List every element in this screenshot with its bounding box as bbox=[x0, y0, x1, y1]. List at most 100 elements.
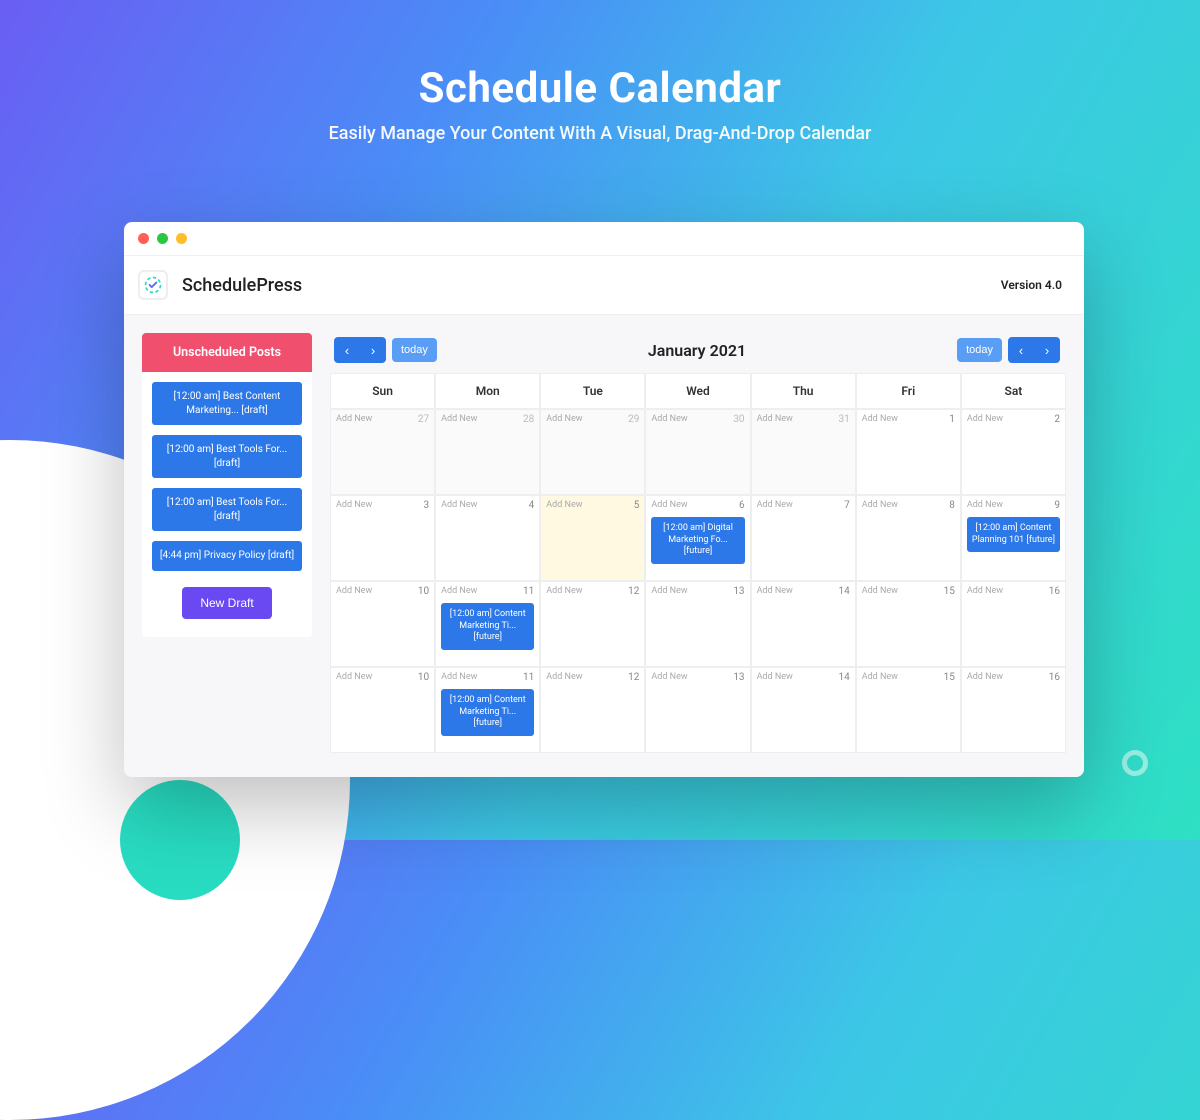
calendar-cell[interactable]: Add New10 bbox=[330, 667, 435, 753]
add-new-link[interactable]: Add New bbox=[546, 586, 582, 596]
calendar-cell[interactable]: Add New 13 bbox=[645, 667, 750, 753]
add-new-link[interactable]: Add New bbox=[336, 414, 372, 424]
calendar-cell[interactable]: Add New11[12:00 am] Content Marketing Ti… bbox=[435, 667, 540, 753]
add-new-link[interactable]: Add New bbox=[651, 500, 687, 510]
sidebar-title: Unscheduled Posts bbox=[142, 333, 312, 372]
draft-card[interactable]: [4:44 pm] Privacy Policy [draft] bbox=[152, 541, 302, 571]
calendar-cell[interactable]: Add New 14 bbox=[751, 667, 856, 753]
add-new-link[interactable]: Add New bbox=[336, 500, 372, 510]
add-new-link[interactable]: Add New bbox=[546, 414, 582, 424]
chevron-right-icon: › bbox=[1045, 343, 1049, 358]
add-new-link[interactable]: Add New bbox=[862, 672, 898, 682]
calendar-cell[interactable]: Add New12 bbox=[540, 581, 645, 667]
add-new-link[interactable]: Add New bbox=[441, 672, 477, 682]
calendar-event[interactable]: [12:00 am] Digital Marketing Fo... [futu… bbox=[651, 517, 744, 564]
add-new-link[interactable]: Add New bbox=[862, 500, 898, 510]
day-number: 13 bbox=[733, 586, 744, 597]
hero-subtitle: Easily Manage Your Content With A Visual… bbox=[0, 123, 1200, 144]
calendar-title: January 2021 bbox=[648, 341, 746, 360]
next-month-button-2[interactable]: › bbox=[1034, 337, 1060, 363]
calendar-cell[interactable]: Add New9[12:00 am] Content Planning 101 … bbox=[961, 495, 1066, 581]
day-number: 29 bbox=[628, 414, 639, 425]
calendar-cell[interactable]: Add New 27 bbox=[330, 409, 435, 495]
calendar-cell[interactable]: Add New30 bbox=[645, 409, 750, 495]
add-new-link[interactable]: Add New bbox=[336, 586, 372, 596]
window-close-icon[interactable] bbox=[138, 233, 149, 244]
today-button-right[interactable]: today bbox=[957, 338, 1002, 362]
next-month-button[interactable]: › bbox=[360, 337, 386, 363]
calendar-grid: SunMonTueWedThuFriSat Add New27Add New28… bbox=[330, 373, 1066, 753]
add-new-link[interactable]: Add New bbox=[757, 672, 793, 682]
day-number: 14 bbox=[838, 672, 849, 683]
calendar-day-header: Fri bbox=[856, 373, 961, 409]
add-new-link[interactable]: Add New bbox=[757, 500, 793, 510]
app-version: Version 4.0 bbox=[1001, 278, 1062, 292]
calendar-cell[interactable]: Add New14 bbox=[751, 581, 856, 667]
calendar-day-header: Mon bbox=[435, 373, 540, 409]
calendar-cell[interactable]: Add New 10 bbox=[330, 581, 435, 667]
add-new-link[interactable]: Add New bbox=[862, 586, 898, 596]
day-number: 4 bbox=[529, 500, 535, 511]
sidebar: Unscheduled Posts [12:00 am] Best Conten… bbox=[142, 333, 312, 637]
add-new-link[interactable]: Add New bbox=[967, 414, 1003, 424]
add-new-link[interactable]: Add New bbox=[546, 500, 582, 510]
add-new-link[interactable]: Add New bbox=[651, 672, 687, 682]
add-new-link[interactable]: Add New bbox=[967, 500, 1003, 510]
add-new-link[interactable]: Add New bbox=[651, 586, 687, 596]
day-number: 5 bbox=[634, 500, 640, 511]
calendar-cell[interactable]: Add New 11 [12:00 am] Content Marketing Ti… bbox=[435, 581, 540, 667]
add-new-link[interactable]: Add New bbox=[967, 586, 1003, 596]
calendar-cell[interactable]: Add New15 bbox=[856, 581, 961, 667]
calendar-cell[interactable]: Add New16 bbox=[961, 667, 1066, 753]
add-new-link[interactable]: Add New bbox=[336, 672, 372, 682]
day-number: 27 bbox=[418, 414, 429, 425]
today-button-left[interactable]: today bbox=[392, 338, 437, 362]
day-number: 13 bbox=[733, 672, 744, 683]
calendar-event[interactable]: [12:00 am] Content Marketing Ti... [futu… bbox=[441, 689, 534, 736]
calendar-cell[interactable]: Add New 31 bbox=[751, 409, 856, 495]
prev-month-button[interactable]: ‹ bbox=[334, 337, 360, 363]
calendar-cell[interactable]: Add New2 bbox=[961, 409, 1066, 495]
calendar-cell[interactable]: Add New 3 bbox=[330, 495, 435, 581]
calendar-cell[interactable]: Add New 4 bbox=[435, 495, 540, 581]
calendar-cell[interactable]: Add New8 bbox=[856, 495, 961, 581]
day-number: 3 bbox=[424, 500, 430, 511]
add-new-link[interactable]: Add New bbox=[862, 414, 898, 424]
app-window: SchedulePress Version 4.0 Unscheduled Po… bbox=[124, 222, 1084, 777]
calendar-cell[interactable]: Add New7 bbox=[751, 495, 856, 581]
calendar-cell[interactable]: Add New1 bbox=[856, 409, 961, 495]
calendar-cell[interactable]: Add New12 bbox=[540, 667, 645, 753]
window-titlebar bbox=[124, 222, 1084, 256]
add-new-link[interactable]: Add New bbox=[546, 672, 582, 682]
day-number: 10 bbox=[418, 586, 429, 597]
calendar-cell[interactable]: Add New 5 bbox=[540, 495, 645, 581]
calendar-day-header: Sat bbox=[961, 373, 1066, 409]
add-new-link[interactable]: Add New bbox=[441, 414, 477, 424]
window-zoom-icon[interactable] bbox=[176, 233, 187, 244]
add-new-link[interactable]: Add New bbox=[757, 586, 793, 596]
draft-card[interactable]: [12:00 am] Best Tools For... [draft] bbox=[152, 488, 302, 531]
new-draft-button[interactable]: New Draft bbox=[182, 587, 271, 619]
calendar-day-header: Sun bbox=[330, 373, 435, 409]
add-new-link[interactable]: Add New bbox=[651, 414, 687, 424]
add-new-link[interactable]: Add New bbox=[967, 672, 1003, 682]
calendar-event[interactable]: [12:00 am] Content Planning 101 [future] bbox=[967, 517, 1060, 552]
calendar-event[interactable]: [12:00 am] Content Marketing Ti... [futu… bbox=[441, 603, 534, 650]
prev-month-button-2[interactable]: ‹ bbox=[1008, 337, 1034, 363]
draft-card[interactable]: [12:00 am] Best Tools For... [draft] bbox=[152, 435, 302, 478]
calendar-cell[interactable]: Add New 13 bbox=[645, 581, 750, 667]
add-new-link[interactable]: Add New bbox=[441, 500, 477, 510]
calendar-cell[interactable]: Add New 16 bbox=[961, 581, 1066, 667]
day-number: 11 bbox=[523, 586, 534, 597]
add-new-link[interactable]: Add New bbox=[441, 586, 477, 596]
calendar-cell[interactable]: Add New 29 bbox=[540, 409, 645, 495]
day-number: 16 bbox=[1049, 586, 1060, 597]
chevron-left-icon: ‹ bbox=[1019, 343, 1023, 358]
window-minimize-icon[interactable] bbox=[157, 233, 168, 244]
calendar-cell[interactable]: Add New6[12:00 am] Digital Marketing Fo.… bbox=[645, 495, 750, 581]
calendar-cell[interactable]: Add New15 bbox=[856, 667, 961, 753]
calendar-cell[interactable]: Add New28 bbox=[435, 409, 540, 495]
day-number: 31 bbox=[838, 414, 849, 425]
add-new-link[interactable]: Add New bbox=[757, 414, 793, 424]
draft-card[interactable]: [12:00 am] Best Content Marketing... [dr… bbox=[152, 382, 302, 425]
